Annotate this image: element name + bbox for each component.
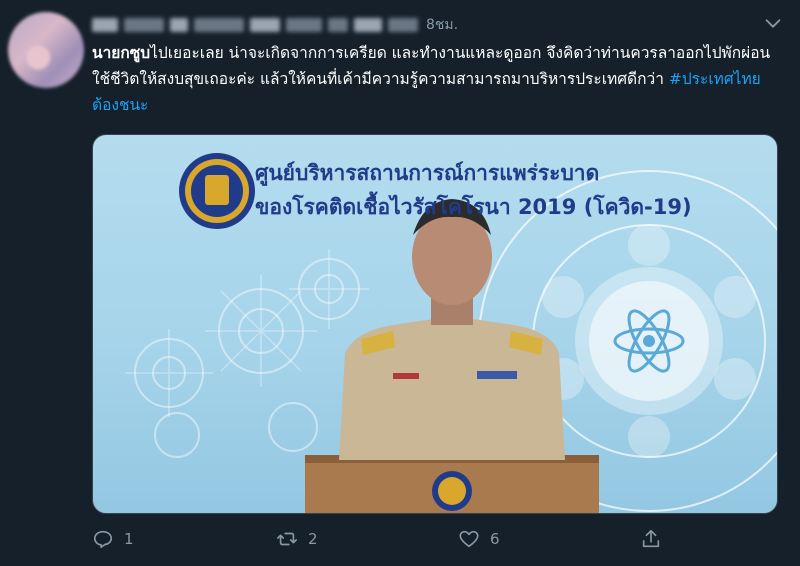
tweet-header: 8ชม. (92, 14, 780, 36)
share-button[interactable] (640, 528, 662, 550)
like-icon (459, 530, 479, 548)
avatar[interactable] (8, 12, 84, 88)
media-banner-line2: ของโรคติดเชื้อไวรัสโคโรนา 2019 (โควิด-19… (255, 195, 692, 219)
reply-button[interactable]: 1 (92, 528, 134, 550)
tweet-text: นายกซูบไปเยอะเลย น่าจะเกิดจากการเครียด แ… (92, 40, 782, 118)
chevron-down-icon[interactable] (762, 12, 784, 34)
reply-count: 1 (124, 530, 134, 548)
reply-icon (93, 530, 113, 549)
share-icon (642, 529, 660, 548)
like-count: 6 (490, 530, 500, 548)
retweet-count: 2 (308, 530, 318, 548)
author-name[interactable] (92, 18, 418, 32)
media-banner-line1: ศูนย์บริหารสถานการณ์การแพร่ระบาด (255, 161, 600, 185)
tweet-actions: 1 2 6 (92, 528, 692, 556)
retweet-icon (277, 532, 297, 546)
tweet-time[interactable]: 8ชม. (426, 14, 458, 36)
tweet-text-bold: นายกซูบ (92, 44, 151, 62)
tweet-media[interactable]: ศูนย์บริหารสถานการณ์การแพร่ระบาด ของโรคต… (92, 134, 778, 514)
like-button[interactable]: 6 (458, 528, 500, 550)
retweet-button[interactable]: 2 (276, 528, 318, 550)
